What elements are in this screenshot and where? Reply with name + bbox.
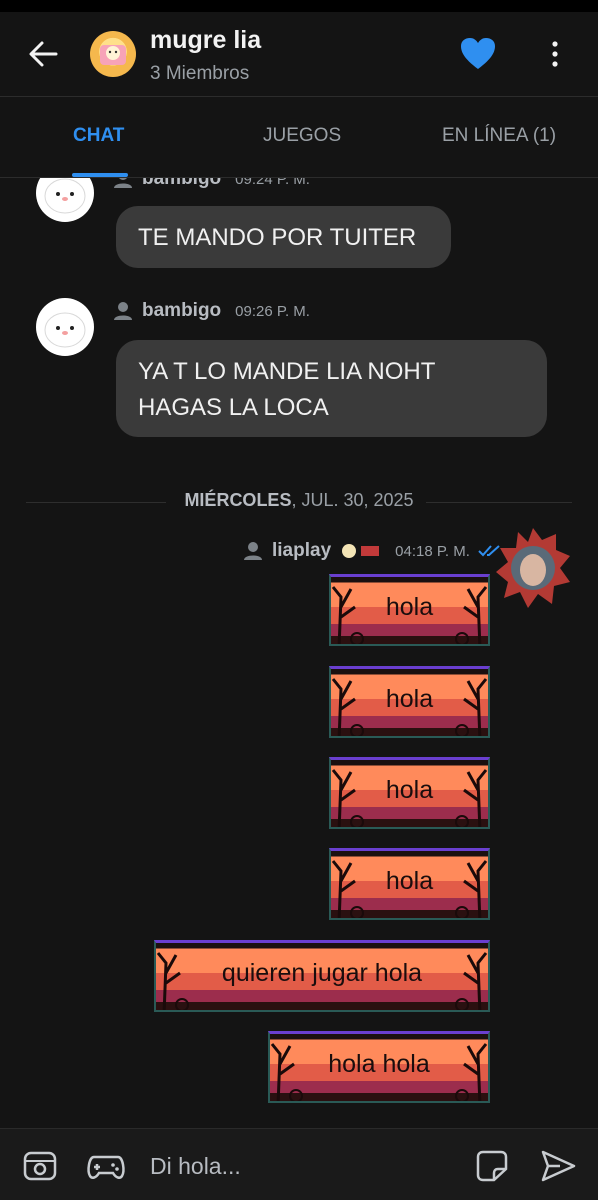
heart-icon[interactable] <box>459 36 497 72</box>
avatar[interactable] <box>36 298 94 356</box>
my-avatar[interactable] <box>494 526 572 610</box>
sticker-text: hola <box>385 776 434 804</box>
back-arrow-icon[interactable] <box>24 34 64 74</box>
sticker-message[interactable]: hola <box>329 757 490 829</box>
sticker-message[interactable]: quieren jugar hola <box>154 940 490 1012</box>
sticker-text: hola <box>385 593 434 621</box>
date-label: MIÉRCOLES, JUL. 30, 2025 <box>184 490 414 510</box>
sticker-message[interactable]: hola <box>329 848 490 920</box>
message-text: TE MANDO POR TUITER <box>138 224 417 251</box>
member-icon <box>114 178 132 188</box>
member-icon <box>244 542 262 560</box>
chat-header: mugre lia 3 Miembros <box>0 12 598 96</box>
sender-name[interactable]: liaplay <box>272 540 331 562</box>
message-bubble[interactable]: TE MANDO POR TUITER <box>116 206 451 268</box>
date-separator: MIÉRCOLES, JUL. 30, 2025 <box>26 490 572 514</box>
sticker-text: hola <box>385 685 434 713</box>
tab-bar: CHAT JUEGOS EN LÍNEA (1) <box>0 97 598 178</box>
sticker-text: hola <box>385 867 434 895</box>
sticker-panel-icon[interactable] <box>22 1149 58 1183</box>
more-vert-icon[interactable] <box>540 36 570 72</box>
game-controller-icon[interactable] <box>86 1149 126 1183</box>
sticker-message[interactable]: hola hola <box>268 1031 490 1103</box>
tab-juegos[interactable]: JUEGOS <box>263 125 341 147</box>
status-bar <box>0 0 598 12</box>
sticker-text: quieren jugar hola <box>221 959 423 987</box>
message-header: liaplay 04:18 P. M. <box>242 540 502 562</box>
message-time: 09:24 P. M. <box>235 178 310 188</box>
message-input[interactable]: Di hola... <box>150 1153 241 1180</box>
tab-indicator <box>72 173 128 177</box>
sticker-text: hola hola <box>328 1050 430 1078</box>
member-count[interactable]: 3 Miembros <box>150 63 249 85</box>
message-text-line: YA T LO MANDE LIA NOHT <box>138 358 436 385</box>
decoration-icon <box>342 544 380 558</box>
sticker-message[interactable]: hola <box>329 574 490 646</box>
sticker-icon[interactable] <box>474 1149 510 1183</box>
message-time: 04:18 P. M. <box>395 542 470 560</box>
tab-chat[interactable]: CHAT <box>73 125 124 147</box>
sender-name[interactable]: bambigo <box>142 178 221 190</box>
tab-en-linea[interactable]: EN LÍNEA (1) <box>442 125 556 147</box>
message-bubble[interactable]: YA T LO MANDE LIA NOHT HAGAS LA LOCA <box>116 340 547 437</box>
message-header: bambigo 09:26 P. M. <box>112 300 310 322</box>
message-text-line: HAGAS LA LOCA <box>138 394 329 421</box>
send-icon[interactable] <box>540 1149 576 1183</box>
chat-title[interactable]: mugre lia <box>150 26 261 55</box>
sticker-message[interactable]: hola <box>329 666 490 738</box>
message-header: bambigo 09:24 P. M. <box>112 178 310 190</box>
avatar[interactable] <box>36 178 94 222</box>
message-list[interactable]: bambigo 09:24 P. M. TE MANDO POR TUITER … <box>0 178 598 1128</box>
group-avatar[interactable] <box>90 31 136 77</box>
sender-name[interactable]: bambigo <box>142 300 221 322</box>
member-icon <box>114 302 132 320</box>
composer-bar: Di hola... <box>0 1128 598 1200</box>
message-time: 09:26 P. M. <box>235 302 310 320</box>
